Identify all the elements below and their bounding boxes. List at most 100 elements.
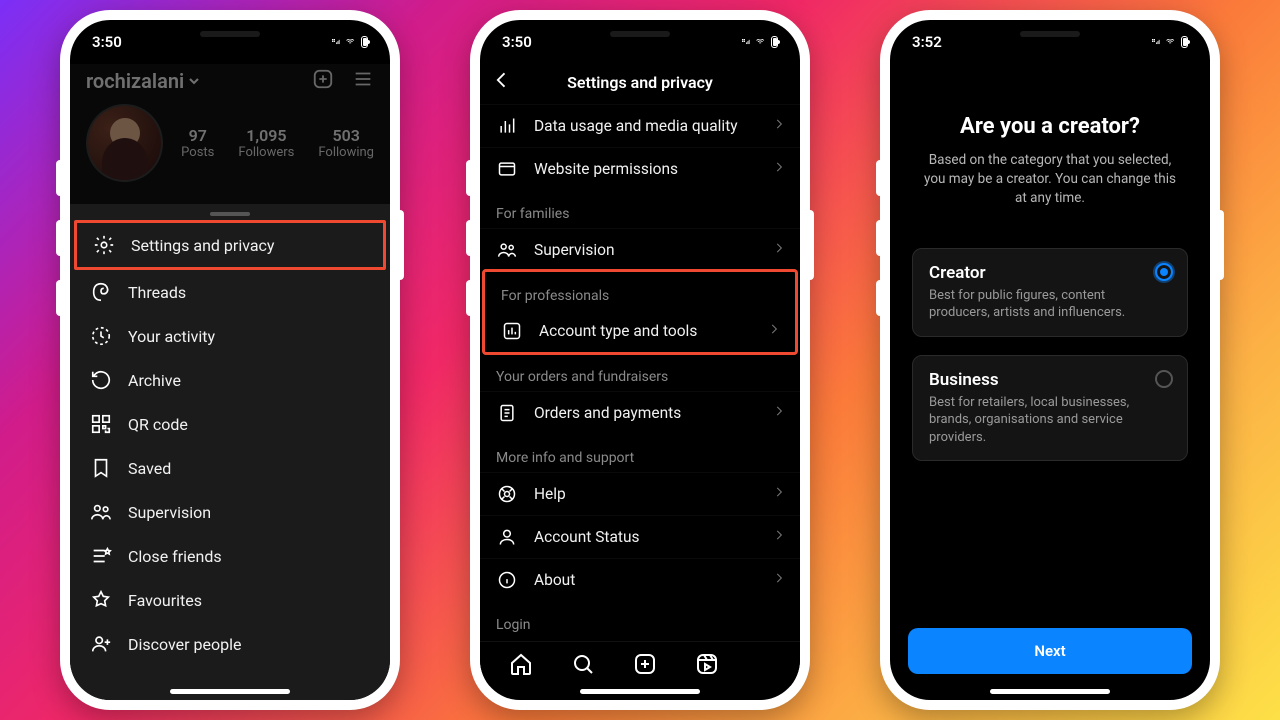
nav-home[interactable] — [509, 652, 533, 680]
notch — [155, 20, 305, 48]
bars-icon — [496, 116, 518, 136]
option-business[interactable]: Business Best for retailers, local busin… — [912, 355, 1188, 462]
profile-header-dimmed: rochizalani 97Posts 1,095Followers 503Fo… — [70, 64, 390, 204]
nav-create[interactable] — [633, 652, 657, 680]
option-creator[interactable]: Creator Best for public figures, content… — [912, 248, 1188, 337]
home-indicator[interactable] — [170, 689, 290, 694]
chevron-right-icon — [772, 241, 786, 259]
battery-icon — [1181, 36, 1188, 48]
row-account-type-tools[interactable]: Account type and tools — [485, 310, 795, 352]
gear-icon — [93, 234, 115, 256]
row-orders-payments[interactable]: Orders and payments — [480, 391, 800, 434]
row-about[interactable]: About — [480, 558, 800, 601]
menu-label: Saved — [128, 459, 171, 478]
chart-icon — [501, 321, 523, 341]
status-time: 3:52 — [912, 33, 942, 51]
highlight-professionals: For professionals Account type and tools — [482, 269, 798, 355]
phone-creator-choice: 3:52 Are you a creator? Based on the cat… — [880, 10, 1220, 710]
create-post-button[interactable] — [312, 68, 334, 94]
back-button[interactable] — [492, 70, 512, 94]
option-title: Business — [929, 370, 1139, 390]
menu-close-friends[interactable]: Close friends — [74, 534, 386, 578]
status-time: 3:50 — [92, 33, 122, 51]
radio-selected-icon — [1155, 263, 1173, 281]
nav-profile[interactable] — [757, 657, 771, 676]
signal-dual-icon — [1152, 39, 1160, 45]
option-desc: Best for retailers, local businesses, br… — [929, 394, 1139, 447]
next-button[interactable]: Next — [908, 628, 1192, 674]
menu-label: QR code — [128, 415, 188, 434]
archive-icon — [90, 369, 112, 391]
wifi-icon — [1166, 39, 1174, 45]
menu-settings-and-privacy[interactable]: Settings and privacy — [74, 220, 386, 270]
stat-posts[interactable]: 97Posts — [181, 126, 214, 160]
menu-label: Your activity — [128, 327, 215, 346]
notch — [565, 20, 715, 48]
phone-settings: 3:50 Settings and privacy Data usage and… — [470, 10, 810, 710]
help-icon — [496, 484, 518, 504]
qr-icon — [90, 413, 112, 435]
username-dropdown[interactable]: rochizalani — [86, 69, 200, 93]
menu-label: Discover people — [128, 635, 242, 654]
row-website-permissions[interactable]: Website permissions — [480, 147, 800, 190]
sheet-drag-handle[interactable] — [210, 212, 250, 216]
chevron-right-icon — [772, 485, 786, 503]
star-icon — [90, 589, 112, 611]
row-account-status[interactable]: Account Status — [480, 515, 800, 558]
menu-saved[interactable]: Saved — [74, 446, 386, 490]
close-friends-icon — [90, 545, 112, 567]
menu-favourites[interactable]: Favourites — [74, 578, 386, 622]
menu-supervision[interactable]: Supervision — [74, 490, 386, 534]
chevron-right-icon — [772, 528, 786, 546]
battery-icon — [361, 36, 368, 48]
bottom-nav — [480, 641, 800, 686]
activity-icon — [90, 325, 112, 347]
person-icon — [496, 527, 518, 547]
signal-dual-icon — [332, 39, 340, 45]
status-icons — [1152, 36, 1188, 48]
option-desc: Best for public figures, content produce… — [929, 287, 1139, 322]
hamburger-menu-button[interactable] — [352, 68, 374, 94]
menu-label: Threads — [128, 283, 186, 302]
row-help[interactable]: Help — [480, 472, 800, 515]
next-button-label: Next — [1034, 642, 1065, 660]
wifi-icon — [756, 39, 764, 45]
menu-threads[interactable]: Threads — [74, 270, 386, 314]
chevron-right-icon — [767, 322, 781, 340]
nav-search[interactable] — [571, 652, 595, 680]
home-indicator[interactable] — [580, 689, 700, 694]
stat-following[interactable]: 503Following — [318, 126, 374, 160]
menu-label: Archive — [128, 371, 181, 390]
browser-icon — [496, 159, 518, 179]
profile-avatar[interactable] — [86, 104, 163, 182]
creator-title: Are you a creator? — [908, 114, 1192, 139]
info-icon — [496, 570, 518, 590]
add-person-icon — [90, 633, 112, 655]
menu-label: Supervision — [128, 503, 211, 522]
chevron-right-icon — [772, 404, 786, 422]
section-families: For families — [480, 190, 800, 228]
row-supervision[interactable]: Supervision — [480, 228, 800, 271]
chevron-right-icon — [772, 571, 786, 589]
menu-qr-code[interactable]: QR code — [74, 402, 386, 446]
nav-reels[interactable] — [695, 652, 719, 680]
home-indicator[interactable] — [990, 689, 1110, 694]
threads-icon — [90, 281, 112, 303]
menu-label: Close friends — [128, 547, 222, 566]
receipt-icon — [496, 403, 518, 423]
chevron-right-icon — [772, 117, 786, 135]
option-title: Creator — [929, 263, 1139, 283]
menu-archive[interactable]: Archive — [74, 358, 386, 402]
menu-your-activity[interactable]: Your activity — [74, 314, 386, 358]
row-data-usage[interactable]: Data usage and media quality — [480, 104, 800, 147]
chevron-down-icon — [188, 75, 200, 87]
stat-followers[interactable]: 1,095Followers — [238, 126, 294, 160]
status-icons — [332, 36, 368, 48]
settings-list: Data usage and media quality Website per… — [480, 104, 800, 633]
notch — [975, 20, 1125, 48]
chevron-right-icon — [772, 160, 786, 178]
creator-subtitle: Based on the category that you selected,… — [908, 151, 1192, 208]
menu-discover-people[interactable]: Discover people — [74, 622, 386, 666]
settings-header: Settings and privacy — [480, 64, 800, 100]
section-login: Login — [480, 601, 800, 633]
